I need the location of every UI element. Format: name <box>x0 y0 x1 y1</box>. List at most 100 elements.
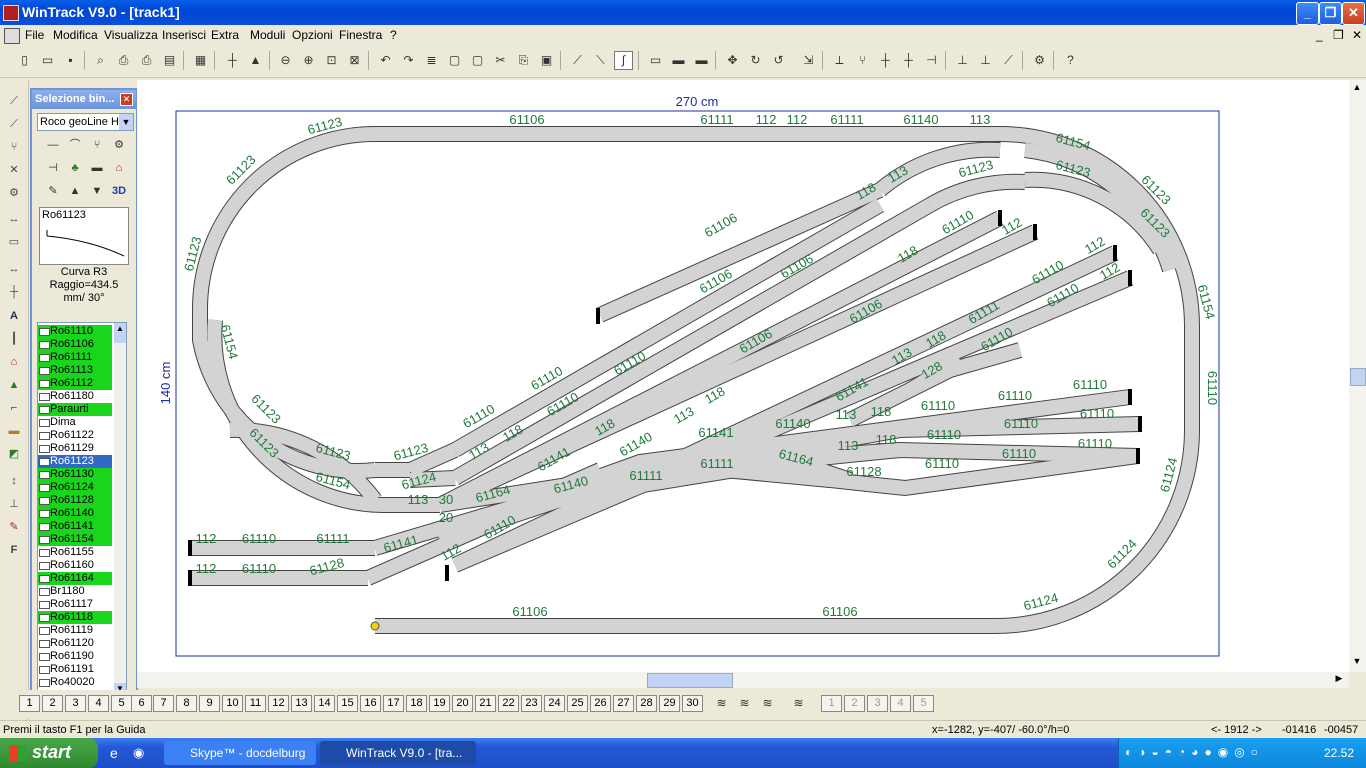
layer-manager-icon[interactable]: ≋ <box>789 694 808 713</box>
page-view-5[interactable]: 5 <box>913 695 934 712</box>
scroll-thumb[interactable] <box>114 335 126 343</box>
turntable-icon[interactable]: ⚙ <box>5 184 23 202</box>
block-icon[interactable]: ▢ <box>468 51 487 70</box>
menu-inserisci[interactable]: Inserisci <box>162 28 206 42</box>
track-list-item[interactable]: Ro61129 <box>38 442 112 455</box>
layers-icon[interactable]: ≋ <box>712 694 731 713</box>
wiring-icon[interactable]: ⌐ <box>5 399 23 417</box>
start-button[interactable]: start <box>0 738 98 768</box>
connect-icon[interactable]: ┼ <box>876 51 895 70</box>
track-list-item[interactable]: Ro61110 <box>38 325 112 338</box>
measure-icon[interactable]: ↔ <box>5 260 23 278</box>
buffer-icon[interactable]: ⊣ <box>44 159 62 177</box>
mdi-close-button[interactable]: ✕ <box>1352 28 1362 42</box>
height-down-icon[interactable]: ⊥ <box>976 51 995 70</box>
buffer-stop[interactable] <box>1113 245 1117 261</box>
ungroup-icon[interactable]: ▬ <box>692 51 711 70</box>
menu-moduli[interactable]: Moduli <box>250 28 285 42</box>
flex-track-icon[interactable]: ⟋ <box>568 51 587 70</box>
page-tab[interactable]: 18 <box>406 695 427 712</box>
straight-track-icon[interactable]: — <box>44 136 62 154</box>
tree-icon[interactable]: ♣ <box>66 159 84 177</box>
measure-icon[interactable]: ⟂ <box>830 51 849 70</box>
panel-close-button[interactable]: ✕ <box>120 93 133 106</box>
page-tab[interactable]: 22 <box>498 695 519 712</box>
track-list-item[interactable]: Ro61164 <box>38 572 112 585</box>
copy-icon[interactable]: ⎘ <box>514 51 533 70</box>
new-file-icon[interactable]: ▯ <box>15 51 34 70</box>
buffer-stop[interactable] <box>1128 270 1132 286</box>
buffer-stop[interactable] <box>1033 224 1037 240</box>
buffer-stop[interactable] <box>188 570 192 586</box>
page-tab[interactable]: 1 <box>19 695 40 712</box>
doc-icon[interactable] <box>4 28 20 44</box>
page-tab[interactable]: 24 <box>544 695 565 712</box>
curve-icon[interactable]: ⟍ <box>591 51 610 70</box>
font-icon[interactable]: F <box>5 541 23 559</box>
track-list-item[interactable]: Ro61120 <box>38 637 112 650</box>
page-tab[interactable]: 4 <box>88 695 109 712</box>
drawing-canvas[interactable]: 270 cm 140 cm 61123 61106 61111 112 112 61111… <box>137 80 1349 672</box>
scroll-down-icon[interactable]: ▼ <box>1351 656 1363 668</box>
page-tab[interactable]: 30 <box>682 695 703 712</box>
buffer-stop[interactable] <box>1136 448 1140 464</box>
flex-track-icon[interactable]: ⟋ <box>5 92 23 110</box>
settings-icon[interactable]: ⚙ <box>1030 51 1049 70</box>
terrain-icon[interactable]: ▬ <box>5 422 23 440</box>
close-button[interactable]: ✕ <box>1342 2 1365 25</box>
track-list-item[interactable]: Dima <box>38 416 112 429</box>
track-list-item[interactable]: Ro61112 <box>38 377 112 390</box>
text-icon[interactable]: A <box>5 307 23 325</box>
height-up-icon[interactable]: ⊥ <box>953 51 972 70</box>
task-skype[interactable]: Skype™ - docdelburg <box>164 741 316 765</box>
track-piece[interactable] <box>193 127 376 478</box>
menu-help[interactable]: ? <box>390 28 397 42</box>
page-tab[interactable]: 8 <box>176 695 197 712</box>
box-icon[interactable]: ▭ <box>5 233 23 251</box>
track-list-item[interactable]: Ro61124 <box>38 481 112 494</box>
track-list-item[interactable]: Ro61191 <box>38 663 112 676</box>
page-tab[interactable]: 3 <box>65 695 86 712</box>
horizontal-scrollbar[interactable]: ▶ <box>137 672 1349 688</box>
page-tab[interactable]: 29 <box>659 695 680 712</box>
page-view-4[interactable]: 4 <box>890 695 911 712</box>
page-view-2[interactable]: 2 <box>844 695 865 712</box>
zoom-out-icon[interactable]: ⊖ <box>276 51 295 70</box>
tray-icons[interactable]: ◐◑◒◓◔◕●◉◎○ <box>1125 745 1264 759</box>
turnout-icon[interactable]: ⑂ <box>5 138 23 156</box>
track-list-item[interactable]: Paraurti <box>38 403 112 416</box>
page-tab[interactable]: 16 <box>360 695 381 712</box>
zoom-window-icon[interactable]: ⊡ <box>322 51 341 70</box>
page-view-1[interactable]: 1 <box>821 695 842 712</box>
quicklaunch-icon[interactable]: ◉ <box>133 745 149 761</box>
page-view-3[interactable]: 3 <box>867 695 888 712</box>
page-tab[interactable]: 20 <box>452 695 473 712</box>
menu-opzioni[interactable]: Opzioni <box>292 28 333 42</box>
track-list-item[interactable]: Ro61180 <box>38 390 112 403</box>
task-wintrack[interactable]: WinTrack V9.0 - [tra... <box>320 741 476 765</box>
edit-icon[interactable]: ✎ <box>5 518 23 536</box>
page-tab[interactable]: 28 <box>636 695 657 712</box>
menu-finestra[interactable]: Finestra <box>339 28 382 42</box>
menu-visualizza[interactable]: Visualizza <box>104 28 158 42</box>
track-list-item[interactable]: Ro61119 <box>38 624 112 637</box>
split-icon[interactable]: ┼ <box>899 51 918 70</box>
page-tab[interactable]: 5 <box>111 695 132 712</box>
height-icon[interactable]: ↕ <box>5 472 23 490</box>
save-icon[interactable]: ▪ <box>61 51 80 70</box>
rotate-180-icon[interactable]: ↺ <box>769 51 788 70</box>
vertical-scrollbar[interactable]: ▲ ▼ <box>1349 80 1366 672</box>
move-down-icon[interactable]: ▼ <box>88 182 106 200</box>
track-list-item[interactable]: Ro40020 <box>38 676 112 689</box>
page-tab[interactable]: 17 <box>383 695 404 712</box>
internet-explorer-icon[interactable]: e <box>110 745 126 761</box>
track-list-item[interactable]: Ro61113 <box>38 364 112 377</box>
scroll-up-icon[interactable]: ▲ <box>114 323 126 335</box>
page-icon[interactable]: ▤ <box>160 51 179 70</box>
context-help-icon[interactable]: ? <box>1061 51 1080 70</box>
page-tab[interactable]: 25 <box>567 695 588 712</box>
minimize-button[interactable]: _ <box>1296 2 1319 25</box>
track-list-item[interactable]: Ro61154 <box>38 533 112 546</box>
track-list-item[interactable]: Ro61123 <box>38 455 112 468</box>
align-icon[interactable]: ⊣ <box>922 51 941 70</box>
